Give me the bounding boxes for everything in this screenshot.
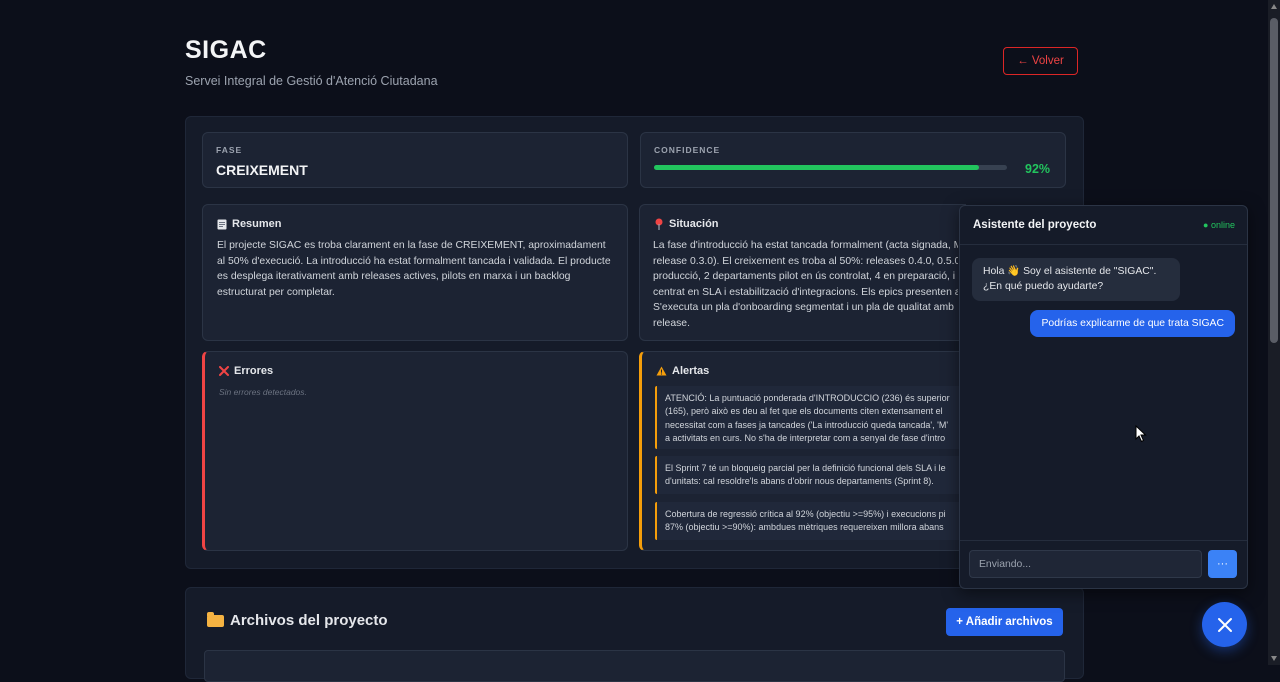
situation-line: release 0.3.0). El creixement es troba a… <box>653 255 958 267</box>
back-button[interactable]: ← Volver <box>1003 47 1078 75</box>
errors-title: Errores <box>234 365 274 377</box>
scroll-down-icon[interactable] <box>1271 656 1277 661</box>
chat-header: Asistente del proyecto ● online <box>960 206 1247 245</box>
phase-card: FASE CREIXEMENT <box>202 132 628 188</box>
close-chat-button[interactable] <box>1202 602 1247 647</box>
summary-title: Resumen <box>232 218 282 230</box>
alert-line: ATENCIÓ: La puntuació ponderada d'INTROD… <box>665 393 950 403</box>
warning-icon <box>656 366 667 376</box>
files-panel: Archivos del proyecto + Añadir archivos <box>185 587 1084 682</box>
scrollbar-thumb[interactable] <box>1270 18 1278 343</box>
alert-item: Cobertura de regressió crítica al 92% (o… <box>655 502 965 540</box>
summary-header: Resumen <box>217 218 282 230</box>
project-page: SIGAC Servei Integral de Gestió d'Atenci… <box>0 0 1268 682</box>
folder-icon <box>207 611 224 627</box>
chat-status: ● online <box>1203 220 1235 230</box>
summary-text: El projecte SIGAC es troba clarament en … <box>217 240 611 298</box>
errors-card: Errores Sin errores detectados. <box>202 351 628 551</box>
situation-title: Situación <box>669 218 719 230</box>
summary-card: Resumen El projecte SIGAC es troba clara… <box>202 204 628 341</box>
situation-line: producció, 2 departaments pilot en ús co… <box>653 271 956 283</box>
page-scrollbar[interactable] <box>1268 0 1280 665</box>
user-message: Podrías explicarme de que trata SIGAC <box>1030 310 1235 337</box>
confidence-bar <box>654 165 1007 170</box>
alert-line: (165), però això es deu al fet que els d… <box>665 406 943 417</box>
confidence-label: CONFIDENCE <box>654 145 721 155</box>
files-title: Archivos del proyecto <box>230 612 388 629</box>
situation-line: centrat en SLA i estabilització d'integr… <box>653 286 958 298</box>
phase-label: FASE <box>216 145 243 155</box>
x-icon <box>219 366 229 376</box>
scroll-up-icon[interactable] <box>1271 4 1277 9</box>
errors-header: Errores <box>219 365 273 377</box>
mouse-cursor-icon <box>1135 425 1147 443</box>
confidence-percent: 92% <box>1025 162 1051 176</box>
alert-line: El Sprint 7 té un bloqueig parcial per l… <box>665 463 946 473</box>
chat-input[interactable]: Enviando... <box>969 550 1202 578</box>
alerts-card: Alertas ATENCIÓ: La puntuació ponderada … <box>639 351 966 551</box>
alert-line: a activitats en curs. No s'ha de interpr… <box>665 433 946 444</box>
add-files-button[interactable]: + Añadir archivos <box>946 608 1063 636</box>
confidence-card: CONFIDENCE 92% <box>640 132 1066 188</box>
page-subtitle: Servei Integral de Gestió d'Atenció Ciut… <box>185 74 438 88</box>
alert-line: necessitat com a fases ja tancades ('La … <box>665 419 949 430</box>
situation-line: La fase d'introducció ha estat tancada f… <box>653 240 958 251</box>
alert-item: El Sprint 7 té un bloqueig parcial per l… <box>655 456 965 494</box>
document-icon <box>217 219 227 229</box>
phase-value: CREIXEMENT <box>216 162 308 178</box>
alerts-title: Alertas <box>672 365 710 377</box>
alerts-header: Alertas <box>656 365 709 377</box>
alert-item: ATENCIÓ: La puntuació ponderada d'INTROD… <box>655 386 965 449</box>
situation-line: S'executa un pla d'onboarding segmentat … <box>653 302 954 314</box>
situation-text: La fase d'introducció ha estat tancada f… <box>653 238 958 332</box>
alert-line: Cobertura de regressió crítica al 92% (o… <box>665 509 946 519</box>
chat-panel: Asistente del proyecto ● online Hola 👋 S… <box>959 205 1248 589</box>
bot-message: Hola 👋 Soy el asistente de "SIGAC". ¿En … <box>972 258 1180 301</box>
alert-line: d'unitats: cal resoldre'ls abans d'obrir… <box>665 476 934 487</box>
confidence-bar-fill <box>654 165 979 170</box>
situation-card: Situación La fase d'introducció ha estat… <box>639 204 966 341</box>
send-button[interactable]: ··· <box>1208 550 1237 578</box>
situation-header: Situación <box>654 218 719 230</box>
situation-line: release. <box>653 317 690 329</box>
analysis-panel: FASE CREIXEMENT CONFIDENCE 92% Resumen E… <box>185 116 1084 569</box>
no-errors-text: Sin errores detectados. <box>219 387 307 397</box>
chat-title: Asistente del proyecto <box>973 219 1097 231</box>
files-header: Archivos del proyecto <box>207 611 388 629</box>
pin-icon <box>655 218 663 230</box>
chat-footer: Enviando... ··· <box>960 540 1247 588</box>
files-list <box>204 650 1065 682</box>
page-title: SIGAC <box>185 36 267 64</box>
close-icon <box>1217 617 1232 632</box>
alert-line: 87% (objectiu >=90%): ambdues mètriques … <box>665 522 944 533</box>
